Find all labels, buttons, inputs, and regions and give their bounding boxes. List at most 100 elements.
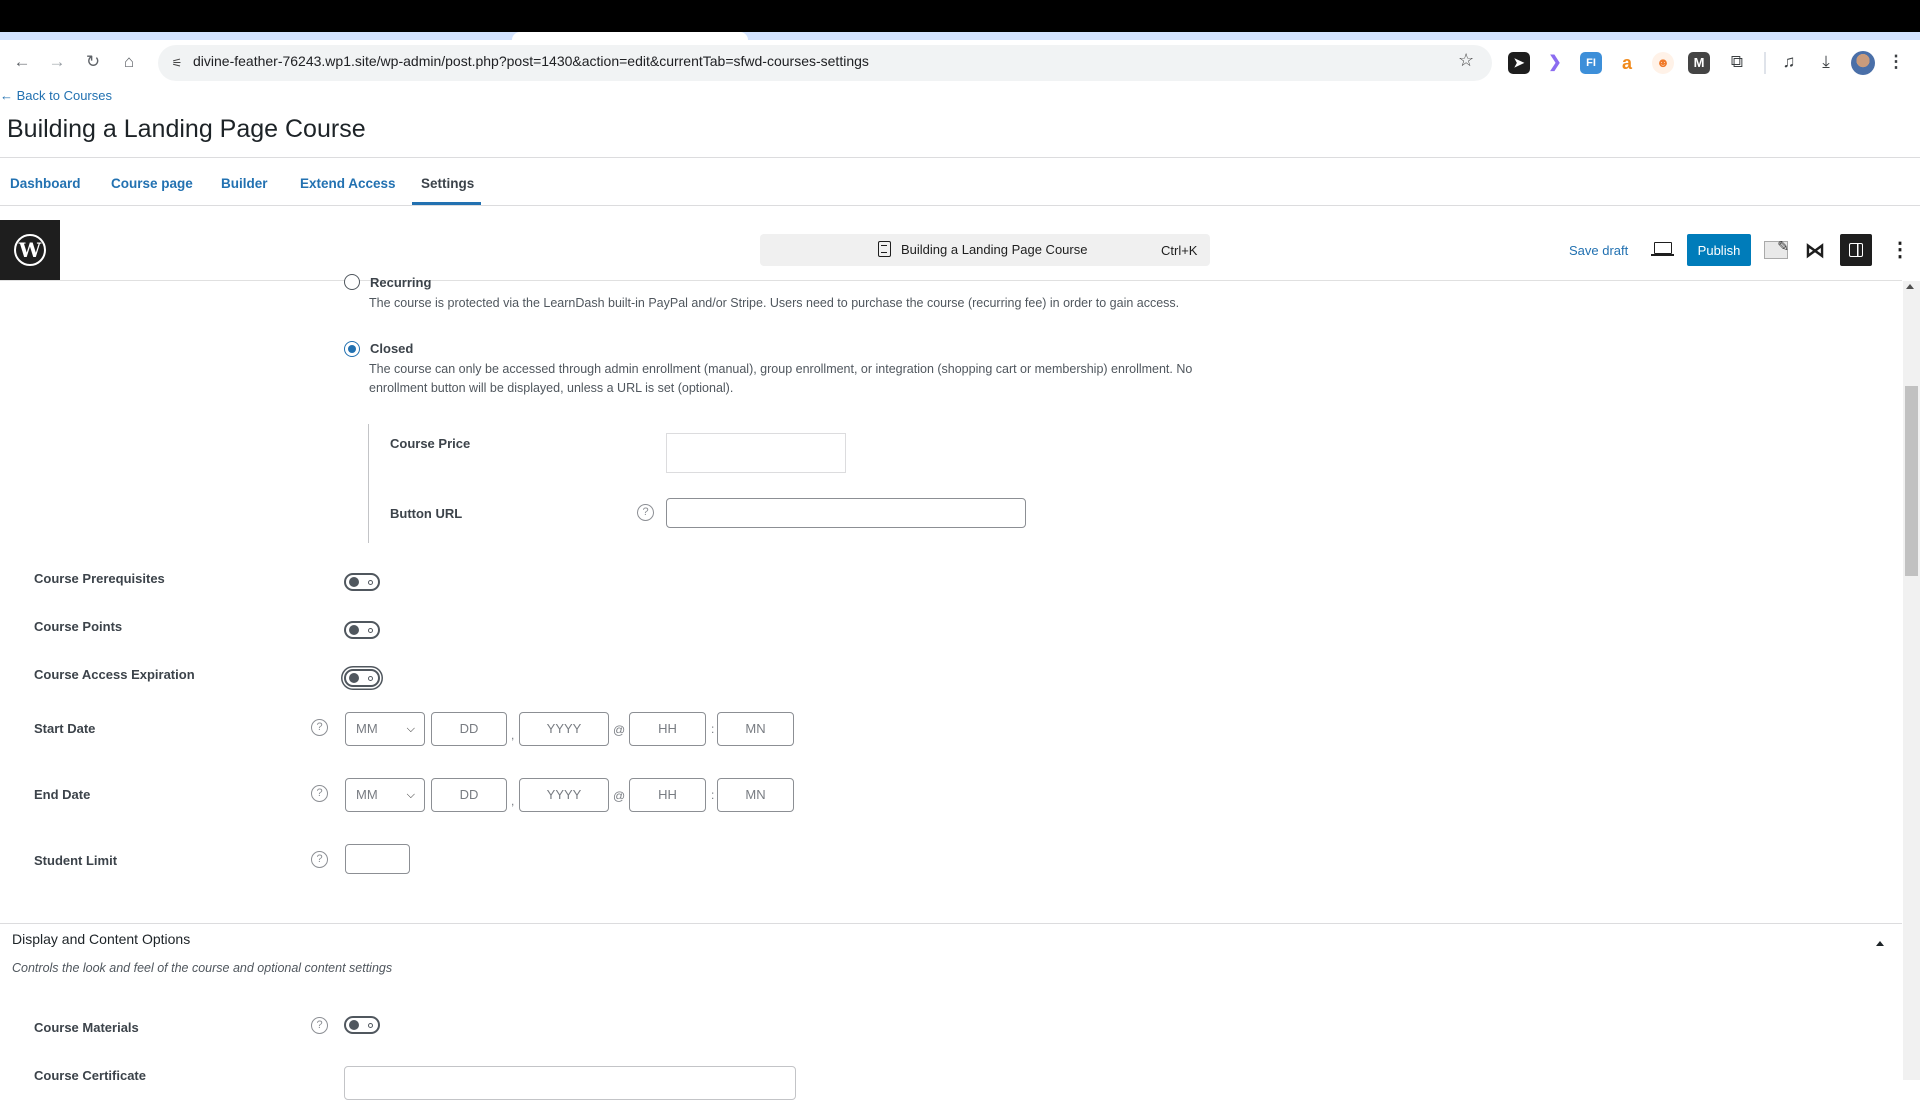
- profile-avatar[interactable]: [1851, 51, 1875, 75]
- student-limit-label: Student Limit: [34, 853, 118, 868]
- start-date-label: Start Date: [34, 721, 96, 736]
- course-points-toggle[interactable]: [344, 621, 380, 639]
- chevron-down-icon: ⌵: [406, 789, 415, 801]
- tabs-divider: [0, 205, 1920, 206]
- collapse-section-icon[interactable]: [1876, 941, 1884, 946]
- window-top-bar: [0, 0, 1920, 32]
- radio-recurring[interactable]: [344, 274, 360, 290]
- reload-icon[interactable]: ↻: [81, 50, 105, 74]
- start-minute-input[interactable]: MN: [717, 712, 794, 746]
- extensions-puzzle-icon[interactable]: ⧉: [1725, 50, 1749, 74]
- help-icon[interactable]: ?: [311, 719, 328, 736]
- radio-closed[interactable]: [344, 341, 360, 357]
- scrollbar-thumb[interactable]: [1905, 386, 1918, 576]
- preview-laptop-icon[interactable]: [1651, 242, 1674, 256]
- course-prerequisites-label: Course Prerequisites: [34, 571, 165, 586]
- end-minute-input[interactable]: MN: [717, 778, 794, 812]
- settings-sidebar-toggle-icon[interactable]: [1840, 234, 1872, 266]
- course-certificate-select[interactable]: [344, 1066, 796, 1100]
- url-text[interactable]: divine-feather-76243.wp1.site/wp-admin/p…: [193, 53, 869, 69]
- cursor-extension-icon[interactable]: ➤: [1508, 52, 1530, 74]
- course-price-input[interactable]: [666, 433, 846, 473]
- student-limit-input[interactable]: [345, 844, 410, 874]
- site-info-icon[interactable]: ⚟: [166, 52, 188, 74]
- robot-extension-icon[interactable]: ☻: [1652, 52, 1674, 74]
- help-icon[interactable]: ?: [311, 851, 328, 868]
- fi-extension-icon[interactable]: FI: [1580, 52, 1602, 74]
- toolbar-separator: [1764, 52, 1766, 74]
- end-date-label: End Date: [34, 787, 91, 802]
- recurring-description: The course is protected via the LearnDas…: [369, 296, 1180, 310]
- options-menu-icon[interactable]: ⋮: [1890, 237, 1910, 262]
- course-access-expiration-toggle[interactable]: [344, 669, 380, 687]
- date-comma: ,: [511, 794, 515, 808]
- course-materials-toggle[interactable]: [344, 1016, 380, 1034]
- button-url-input[interactable]: [666, 498, 1026, 528]
- date-at: @: [613, 789, 626, 803]
- recurring-label[interactable]: Recurring: [370, 275, 431, 290]
- home-icon[interactable]: ⌂: [117, 50, 141, 74]
- tab-extend-access[interactable]: Extend Access: [300, 176, 396, 191]
- back-to-courses-link[interactable]: ← Back to Courses: [0, 88, 112, 103]
- chevron-down-icon: ⌵: [406, 723, 415, 735]
- start-month-select[interactable]: MM ⌵: [345, 712, 425, 746]
- date-comma: ,: [511, 728, 515, 742]
- date-at: @: [613, 723, 626, 737]
- end-month-value: MM: [356, 787, 378, 802]
- page-title: Building a Landing Page Course: [7, 115, 366, 143]
- bookmark-star-icon[interactable]: ☆: [1458, 50, 1474, 71]
- course-prerequisites-toggle[interactable]: [344, 573, 380, 591]
- start-month-value: MM: [356, 721, 378, 736]
- start-day-input[interactable]: DD: [431, 712, 507, 746]
- editor-header-divider: [0, 280, 1902, 281]
- m-extension-icon[interactable]: M: [1688, 52, 1710, 74]
- document-icon: [878, 241, 891, 257]
- display-content-options-description: Controls the look and feel of the course…: [12, 961, 393, 975]
- tab-course-page[interactable]: Course page: [111, 176, 193, 191]
- notes-edit-icon[interactable]: [1764, 238, 1789, 259]
- end-month-select[interactable]: MM ⌵: [345, 778, 425, 812]
- tab-builder[interactable]: Builder: [221, 176, 268, 191]
- learndash-icon[interactable]: ⋈: [1805, 238, 1825, 263]
- start-year-input[interactable]: YYYY: [519, 712, 609, 746]
- closed-description-line2: enrollment button will be displayed, unl…: [369, 381, 734, 395]
- download-icon[interactable]: ⤓: [1814, 50, 1838, 74]
- media-control-icon[interactable]: ♫: [1777, 50, 1801, 74]
- forward-icon[interactable]: →: [45, 50, 69, 74]
- wordpress-logo-button[interactable]: W: [0, 220, 60, 280]
- end-hour-input[interactable]: HH: [629, 778, 706, 812]
- back-icon[interactable]: ←: [10, 50, 34, 74]
- time-colon: :: [711, 722, 715, 736]
- purple-extension-icon[interactable]: ❯: [1544, 52, 1566, 74]
- closed-description-line1: The course can only be accessed through …: [369, 362, 1193, 376]
- section-divider: [0, 923, 1902, 924]
- amazon-extension-icon[interactable]: a: [1616, 52, 1638, 74]
- browser-menu-icon[interactable]: ⋮: [1884, 50, 1908, 74]
- course-materials-label: Course Materials: [34, 1020, 139, 1035]
- scroll-up-arrow-icon[interactable]: [1906, 284, 1914, 289]
- end-day-input[interactable]: DD: [431, 778, 507, 812]
- tab-settings[interactable]: Settings: [421, 176, 474, 191]
- help-icon[interactable]: ?: [637, 504, 654, 521]
- course-points-label: Course Points: [34, 619, 123, 634]
- command-bar-title: Building a Landing Page Course: [901, 242, 1088, 257]
- command-bar-shortcut: Ctrl+K: [1161, 243, 1198, 258]
- course-certificate-label: Course Certificate: [34, 1068, 146, 1083]
- closed-label[interactable]: Closed: [370, 341, 413, 356]
- price-section-border: [368, 424, 369, 543]
- course-access-expiration-label: Course Access Expiration: [34, 667, 195, 682]
- header-divider: [0, 157, 1920, 158]
- tab-dashboard[interactable]: Dashboard: [10, 176, 81, 191]
- save-draft-button[interactable]: Save draft: [1569, 243, 1628, 258]
- start-hour-input[interactable]: HH: [629, 712, 706, 746]
- end-year-input[interactable]: YYYY: [519, 778, 609, 812]
- help-icon[interactable]: ?: [311, 785, 328, 802]
- display-content-options-title[interactable]: Display and Content Options: [12, 931, 190, 947]
- tab-strip: [0, 32, 1920, 40]
- help-icon[interactable]: ?: [311, 1017, 328, 1034]
- publish-button[interactable]: Publish: [1687, 234, 1751, 266]
- course-price-label: Course Price: [390, 436, 471, 451]
- wordpress-logo-icon: W: [14, 234, 46, 266]
- time-colon: :: [711, 788, 715, 802]
- active-browser-tab[interactable]: [512, 32, 748, 40]
